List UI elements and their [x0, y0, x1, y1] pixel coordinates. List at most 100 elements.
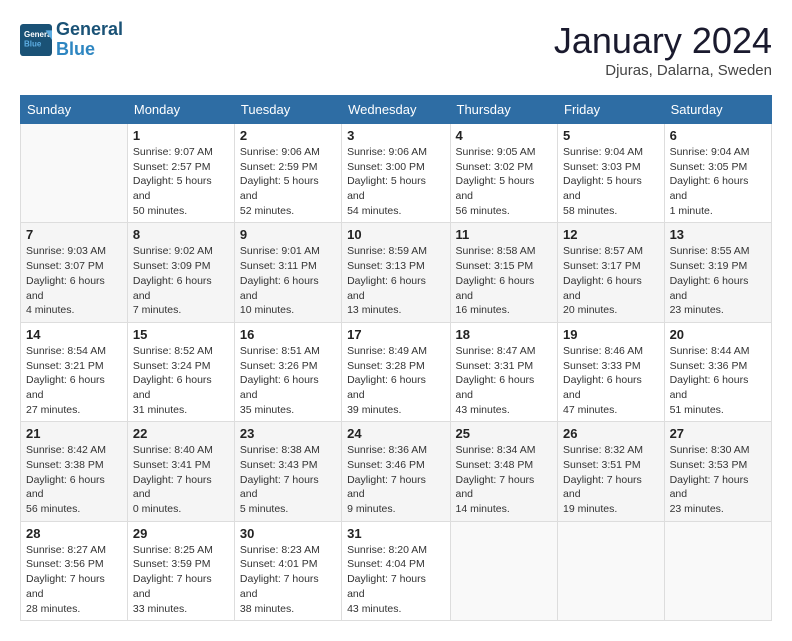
day-info: Sunrise: 8:25 AMSunset: 3:59 PMDaylight:…	[133, 543, 229, 616]
day-number: 1	[133, 128, 229, 143]
day-number: 18	[456, 327, 553, 342]
day-number: 12	[563, 227, 659, 242]
logo: General Blue General Blue	[20, 20, 123, 60]
day-number: 16	[240, 327, 336, 342]
day-number: 10	[347, 227, 444, 242]
day-number: 7	[26, 227, 122, 242]
calendar-cell: 2 Sunrise: 9:06 AMSunset: 2:59 PMDaylight…	[234, 124, 341, 223]
day-info: Sunrise: 8:51 AMSunset: 3:26 PMDaylight:…	[240, 344, 336, 417]
day-info: Sunrise: 8:57 AMSunset: 3:17 PMDaylight:…	[563, 244, 659, 317]
day-info: Sunrise: 8:46 AMSunset: 3:33 PMDaylight:…	[563, 344, 659, 417]
day-number: 14	[26, 327, 122, 342]
calendar-cell: 10Sunrise: 8:59 AMSunset: 3:13 PMDayligh…	[342, 223, 450, 322]
calendar-cell: 6Sunrise: 9:04 AMSunset: 3:05 PMDaylight…	[664, 124, 771, 223]
calendar-cell: 22Sunrise: 8:40 AMSunset: 3:41 PMDayligh…	[127, 422, 234, 521]
day-info: Sunrise: 8:55 AMSunset: 3:19 PMDaylight:…	[670, 244, 766, 317]
day-number: 2	[240, 128, 336, 143]
day-number: 9	[240, 227, 336, 242]
weekday-header: Thursday	[450, 96, 558, 124]
day-number: 22	[133, 426, 229, 441]
day-number: 6	[670, 128, 766, 143]
day-info: Sunrise: 9:03 AMSunset: 3:07 PMDaylight:…	[26, 244, 122, 317]
day-number: 29	[133, 526, 229, 541]
day-number: 15	[133, 327, 229, 342]
day-info: Sunrise: 9:06 AMSunset: 2:59 PMDaylight:…	[240, 145, 336, 218]
day-info: Sunrise: 8:32 AMSunset: 3:51 PMDaylight:…	[563, 443, 659, 516]
calendar-week-row: 1 Sunrise: 9:07 AMSunset: 2:57 PMDaylight…	[21, 124, 772, 223]
weekday-header: Saturday	[664, 96, 771, 124]
day-info: Sunrise: 8:20 AMSunset: 4:04 PMDaylight:…	[347, 543, 444, 616]
weekday-header: Monday	[127, 96, 234, 124]
day-number: 28	[26, 526, 122, 541]
calendar-cell: 9 Sunrise: 9:01 AMSunset: 3:11 PMDaylight…	[234, 223, 341, 322]
calendar-cell: 1 Sunrise: 9:07 AMSunset: 2:57 PMDaylight…	[127, 124, 234, 223]
calendar-cell	[21, 124, 128, 223]
day-number: 20	[670, 327, 766, 342]
location: Djuras, Dalarna, Sweden	[554, 62, 772, 79]
day-number: 19	[563, 327, 659, 342]
calendar-cell: 14 Sunrise: 8:54 AMSunset: 3:21 PMDayligh…	[21, 322, 128, 421]
calendar-cell: 7 Sunrise: 9:03 AMSunset: 3:07 PMDaylight…	[21, 223, 128, 322]
calendar-cell: 26Sunrise: 8:32 AMSunset: 3:51 PMDayligh…	[558, 422, 665, 521]
day-info: Sunrise: 8:44 AMSunset: 3:36 PMDaylight:…	[670, 344, 766, 417]
day-info: Sunrise: 9:07 AMSunset: 2:57 PMDaylight:…	[133, 145, 229, 218]
logo-icon: General Blue	[20, 24, 52, 56]
day-info: Sunrise: 8:27 AMSunset: 3:56 PMDaylight:…	[26, 543, 122, 616]
calendar-cell: 15Sunrise: 8:52 AMSunset: 3:24 PMDayligh…	[127, 322, 234, 421]
calendar-week-row: 7 Sunrise: 9:03 AMSunset: 3:07 PMDaylight…	[21, 223, 772, 322]
day-info: Sunrise: 8:54 AMSunset: 3:21 PMDaylight:…	[26, 344, 122, 417]
calendar-cell: 4 Sunrise: 9:05 AMSunset: 3:02 PMDaylight…	[450, 124, 558, 223]
weekday-header: Wednesday	[342, 96, 450, 124]
day-info: Sunrise: 8:58 AMSunset: 3:15 PMDaylight:…	[456, 244, 553, 317]
day-number: 3	[347, 128, 444, 143]
day-info: Sunrise: 8:38 AMSunset: 3:43 PMDaylight:…	[240, 443, 336, 516]
day-info: Sunrise: 9:06 AMSunset: 3:00 PMDaylight:…	[347, 145, 444, 218]
day-info: Sunrise: 8:34 AMSunset: 3:48 PMDaylight:…	[456, 443, 553, 516]
weekday-header-row: SundayMondayTuesdayWednesdayThursdayFrid…	[21, 96, 772, 124]
day-info: Sunrise: 8:47 AMSunset: 3:31 PMDaylight:…	[456, 344, 553, 417]
day-info: Sunrise: 9:01 AMSunset: 3:11 PMDaylight:…	[240, 244, 336, 317]
calendar-cell: 17Sunrise: 8:49 AMSunset: 3:28 PMDayligh…	[342, 322, 450, 421]
day-number: 24	[347, 426, 444, 441]
day-info: Sunrise: 9:02 AMSunset: 3:09 PMDaylight:…	[133, 244, 229, 317]
page-header: General Blue General Blue January 2024 D…	[20, 20, 772, 79]
calendar-cell: 11 Sunrise: 8:58 AMSunset: 3:15 PMDayligh…	[450, 223, 558, 322]
calendar-cell: 28 Sunrise: 8:27 AMSunset: 3:56 PMDayligh…	[21, 521, 128, 620]
day-info: Sunrise: 8:30 AMSunset: 3:53 PMDaylight:…	[670, 443, 766, 516]
calendar-cell: 21 Sunrise: 8:42 AMSunset: 3:38 PMDayligh…	[21, 422, 128, 521]
day-info: Sunrise: 9:05 AMSunset: 3:02 PMDaylight:…	[456, 145, 553, 218]
day-number: 25	[456, 426, 553, 441]
calendar-cell	[450, 521, 558, 620]
calendar-cell: 18 Sunrise: 8:47 AMSunset: 3:31 PMDayligh…	[450, 322, 558, 421]
day-number: 31	[347, 526, 444, 541]
calendar-cell: 20 Sunrise: 8:44 AMSunset: 3:36 PMDayligh…	[664, 322, 771, 421]
calendar-week-row: 21 Sunrise: 8:42 AMSunset: 3:38 PMDayligh…	[21, 422, 772, 521]
calendar-cell: 30 Sunrise: 8:23 AMSunset: 4:01 PMDayligh…	[234, 521, 341, 620]
day-info: Sunrise: 8:42 AMSunset: 3:38 PMDaylight:…	[26, 443, 122, 516]
day-number: 21	[26, 426, 122, 441]
calendar-cell: 5Sunrise: 9:04 AMSunset: 3:03 PMDaylight…	[558, 124, 665, 223]
month-title: January 2024	[554, 20, 772, 62]
calendar-week-row: 14 Sunrise: 8:54 AMSunset: 3:21 PMDayligh…	[21, 322, 772, 421]
calendar-cell	[558, 521, 665, 620]
day-number: 4	[456, 128, 553, 143]
day-number: 30	[240, 526, 336, 541]
day-info: Sunrise: 8:49 AMSunset: 3:28 PMDaylight:…	[347, 344, 444, 417]
day-number: 11	[456, 227, 553, 242]
calendar-week-row: 28 Sunrise: 8:27 AMSunset: 3:56 PMDayligh…	[21, 521, 772, 620]
weekday-header: Tuesday	[234, 96, 341, 124]
calendar-cell: 13Sunrise: 8:55 AMSunset: 3:19 PMDayligh…	[664, 223, 771, 322]
calendar-cell: 27 Sunrise: 8:30 AMSunset: 3:53 PMDayligh…	[664, 422, 771, 521]
calendar-cell: 23Sunrise: 8:38 AMSunset: 3:43 PMDayligh…	[234, 422, 341, 521]
logo-text: General Blue	[56, 20, 123, 60]
calendar-cell: 25 Sunrise: 8:34 AMSunset: 3:48 PMDayligh…	[450, 422, 558, 521]
calendar-cell: 3 Sunrise: 9:06 AMSunset: 3:00 PMDaylight…	[342, 124, 450, 223]
calendar-cell: 29 Sunrise: 8:25 AMSunset: 3:59 PMDayligh…	[127, 521, 234, 620]
day-info: Sunrise: 8:23 AMSunset: 4:01 PMDaylight:…	[240, 543, 336, 616]
day-number: 5	[563, 128, 659, 143]
title-block: January 2024 Djuras, Dalarna, Sweden	[554, 20, 772, 79]
weekday-header: Sunday	[21, 96, 128, 124]
day-info: Sunrise: 8:36 AMSunset: 3:46 PMDaylight:…	[347, 443, 444, 516]
day-number: 27	[670, 426, 766, 441]
calendar-cell: 24 Sunrise: 8:36 AMSunset: 3:46 PMDayligh…	[342, 422, 450, 521]
